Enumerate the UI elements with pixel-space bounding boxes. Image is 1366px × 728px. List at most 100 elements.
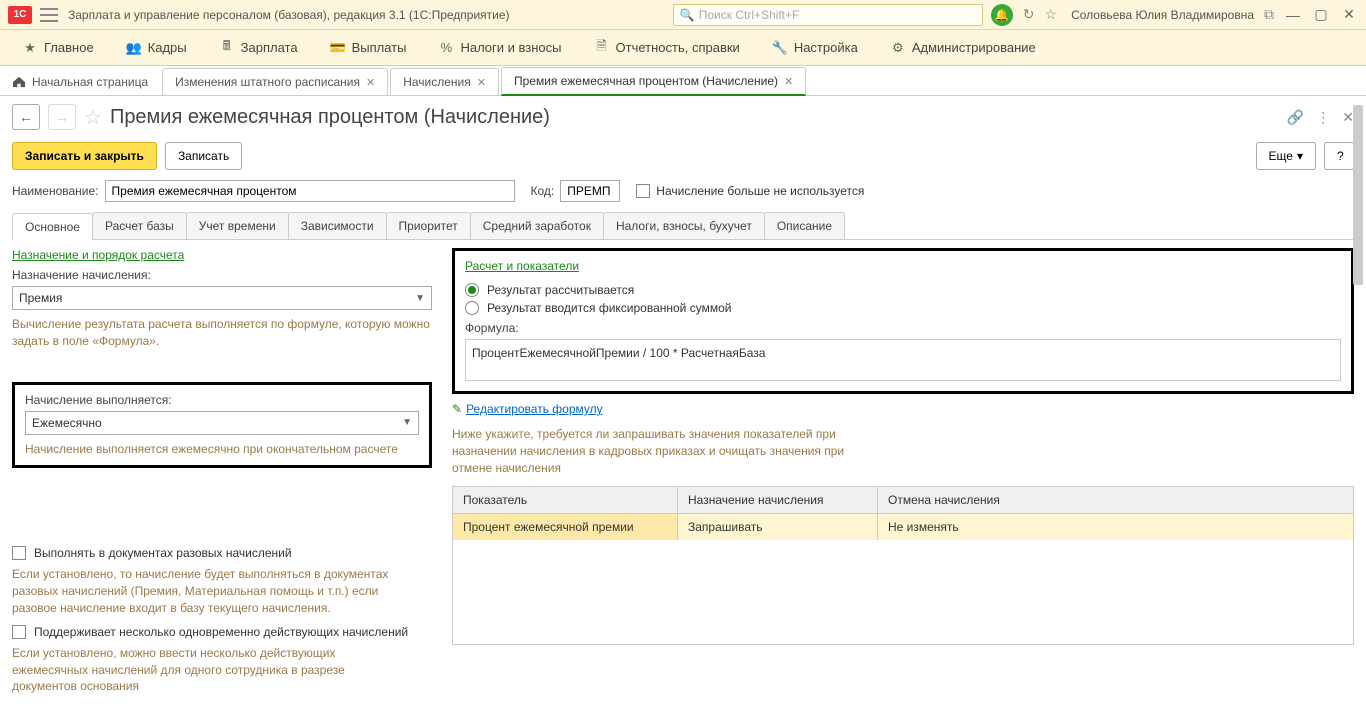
close-icon[interactable]: ✕ xyxy=(366,76,375,89)
td-assign: Запрашивать xyxy=(678,514,878,540)
freq-hint: Начисление выполняется ежемесячно при ок… xyxy=(25,441,419,458)
back-button[interactable]: ← xyxy=(12,104,40,130)
purpose-label: Назначение начисления: xyxy=(12,268,432,282)
tab-home[interactable]: Начальная страница xyxy=(8,69,160,95)
menu-settings[interactable]: 🔧Настройка xyxy=(758,34,872,62)
app-title: Зарплата и управление персоналом (базова… xyxy=(68,8,510,22)
not-used-checkbox[interactable] xyxy=(636,184,650,198)
subtab-deps[interactable]: Зависимости xyxy=(288,212,387,239)
forward-button[interactable]: → xyxy=(48,104,76,130)
search-icon: 🔍 xyxy=(680,8,695,22)
multiple-checkbox[interactable] xyxy=(12,625,26,639)
maximize-button[interactable]: ▢ xyxy=(1312,6,1330,23)
edit-formula-row: ✎ Редактировать формулу xyxy=(452,402,1354,416)
chevron-down-icon: ▾ xyxy=(1297,149,1303,163)
purpose-section[interactable]: Назначение и порядок расчета xyxy=(12,248,184,262)
scrollbar[interactable] xyxy=(1352,104,1364,728)
help-button[interactable]: ? xyxy=(1324,142,1354,170)
td-indicator: Процент ежемесячной премии xyxy=(453,514,678,540)
calc-icon: 🖩 xyxy=(219,40,235,56)
subtab-base[interactable]: Расчет базы xyxy=(92,212,187,239)
formula-field[interactable]: ПроцентЕжемесячнойПремии / 100 * Расчетн… xyxy=(465,339,1341,381)
wallet-icon: 💳 xyxy=(330,40,346,56)
menu-icon[interactable] xyxy=(40,8,58,22)
cb2-row: Поддерживает несколько одновременно дейс… xyxy=(12,625,432,639)
titlebar: 1C Зарплата и управление персоналом (баз… xyxy=(0,0,1366,30)
close-icon[interactable]: ✕ xyxy=(784,75,793,88)
doc-tabs: Начальная страница Изменения штатного ра… xyxy=(0,66,1366,96)
subtab-time[interactable]: Учет времени xyxy=(186,212,289,239)
user-name[interactable]: Соловьева Юлия Владимировна xyxy=(1071,8,1254,22)
save-close-button[interactable]: Записать и закрыть xyxy=(12,142,157,170)
close-button[interactable]: ✕ xyxy=(1340,6,1358,23)
toolbar: Записать и закрыть Записать Еще▾ ? xyxy=(0,138,1366,174)
calc-box: Расчет и показатели Результат рассчитыва… xyxy=(452,248,1354,394)
title-icons: 🔔 ↻ ☆ Соловьева Юлия Владимировна ⧉ — ▢ … xyxy=(991,4,1358,26)
edit-formula-link[interactable]: Редактировать формулу xyxy=(466,402,603,416)
bell-icon[interactable]: 🔔 xyxy=(991,4,1013,26)
doc-icon: 🗎 xyxy=(594,40,610,56)
chevron-down-icon: ▼ xyxy=(415,293,425,304)
page-title: Премия ежемесячная процентом (Начисление… xyxy=(110,106,550,129)
gear-icon: ⚙ xyxy=(890,40,906,56)
history-icon[interactable]: ↻ xyxy=(1023,6,1035,23)
name-label: Наименование: xyxy=(12,184,99,198)
favorite-icon[interactable]: ☆ xyxy=(84,105,102,130)
save-button[interactable]: Записать xyxy=(165,142,242,170)
percent-icon: % xyxy=(438,40,454,56)
filter-icon[interactable]: ⧉ xyxy=(1264,6,1274,23)
menu-reports[interactable]: 🗎Отчетность, справки xyxy=(580,34,754,62)
pencil-icon: ✎ xyxy=(452,402,462,416)
indicators-info: Ниже укажите, требуется ли запрашивать з… xyxy=(452,426,872,476)
name-input[interactable] xyxy=(105,180,515,202)
main-menu: ★Главное 👥Кадры 🖩Зарплата 💳Выплаты %Нало… xyxy=(0,30,1366,66)
close-icon[interactable]: ✕ xyxy=(477,76,486,89)
star-icon[interactable]: ☆ xyxy=(1045,6,1058,23)
link-icon[interactable]: 🔗 xyxy=(1287,109,1304,126)
scroll-thumb[interactable] xyxy=(1353,105,1363,285)
formula-label: Формула: xyxy=(465,321,1341,335)
menu-admin[interactable]: ⚙Администрирование xyxy=(876,34,1050,62)
people-icon: 👥 xyxy=(126,40,142,56)
one-time-docs-checkbox[interactable] xyxy=(12,546,26,560)
star-icon: ★ xyxy=(22,40,38,56)
menu-personnel[interactable]: 👥Кадры xyxy=(112,34,201,62)
radio-icon xyxy=(465,283,479,297)
menu-salary[interactable]: 🖩Зарплата xyxy=(205,34,312,62)
logo-1c: 1C xyxy=(8,6,32,24)
minimize-button[interactable]: — xyxy=(1284,7,1302,23)
wrench-icon: 🔧 xyxy=(772,40,788,56)
cb2-hint: Если установлено, можно ввести несколько… xyxy=(12,645,392,695)
code-input[interactable] xyxy=(560,180,620,202)
subtab-avg[interactable]: Средний заработок xyxy=(470,212,604,239)
content: Назначение и порядок расчета Назначение … xyxy=(0,240,1366,703)
table-row[interactable]: Процент ежемесячной премии Запрашивать Н… xyxy=(453,514,1353,540)
table-body: Процент ежемесячной премии Запрашивать Н… xyxy=(453,514,1353,644)
tab-bonus[interactable]: Премия ежемесячная процентом (Начисление… xyxy=(501,67,806,96)
menu-payments[interactable]: 💳Выплаты xyxy=(316,34,421,62)
purpose-hint: Вычисление результата расчета выполняетс… xyxy=(12,316,432,350)
subtab-priority[interactable]: Приоритет xyxy=(386,212,471,239)
chevron-down-icon: ▼ xyxy=(402,417,412,428)
sub-tabs: Основное Расчет базы Учет времени Зависи… xyxy=(12,212,1354,240)
calc-section[interactable]: Расчет и показатели xyxy=(465,259,579,273)
subtab-desc[interactable]: Описание xyxy=(764,212,845,239)
tab-staffing[interactable]: Изменения штатного расписания✕ xyxy=(162,68,388,95)
menu-taxes[interactable]: %Налоги и взносы xyxy=(424,34,575,62)
search-placeholder: Поиск Ctrl+Shift+F xyxy=(699,8,800,22)
tab-accruals[interactable]: Начисления✕ xyxy=(390,68,499,95)
menu-main[interactable]: ★Главное xyxy=(8,34,108,62)
freq-label: Начисление выполняется: xyxy=(25,393,419,407)
cb1-row: Выполнять в документах разовых начислени… xyxy=(12,546,432,560)
kebab-icon[interactable]: ⋮ xyxy=(1316,109,1330,126)
purpose-select[interactable]: Премия ▼ xyxy=(12,286,432,310)
radio-icon xyxy=(465,301,479,315)
radio-calc[interactable]: Результат рассчитывается xyxy=(465,283,1341,297)
subtab-tax[interactable]: Налоги, взносы, бухучет xyxy=(603,212,765,239)
global-search[interactable]: 🔍 Поиск Ctrl+Shift+F xyxy=(673,4,983,26)
radio-fixed[interactable]: Результат вводится фиксированной суммой xyxy=(465,301,1341,315)
left-column: Назначение и порядок расчета Назначение … xyxy=(12,248,432,695)
subtab-main[interactable]: Основное xyxy=(12,213,93,240)
more-button[interactable]: Еще▾ xyxy=(1256,142,1316,170)
freq-select[interactable]: Ежемесячно ▼ xyxy=(25,411,419,435)
